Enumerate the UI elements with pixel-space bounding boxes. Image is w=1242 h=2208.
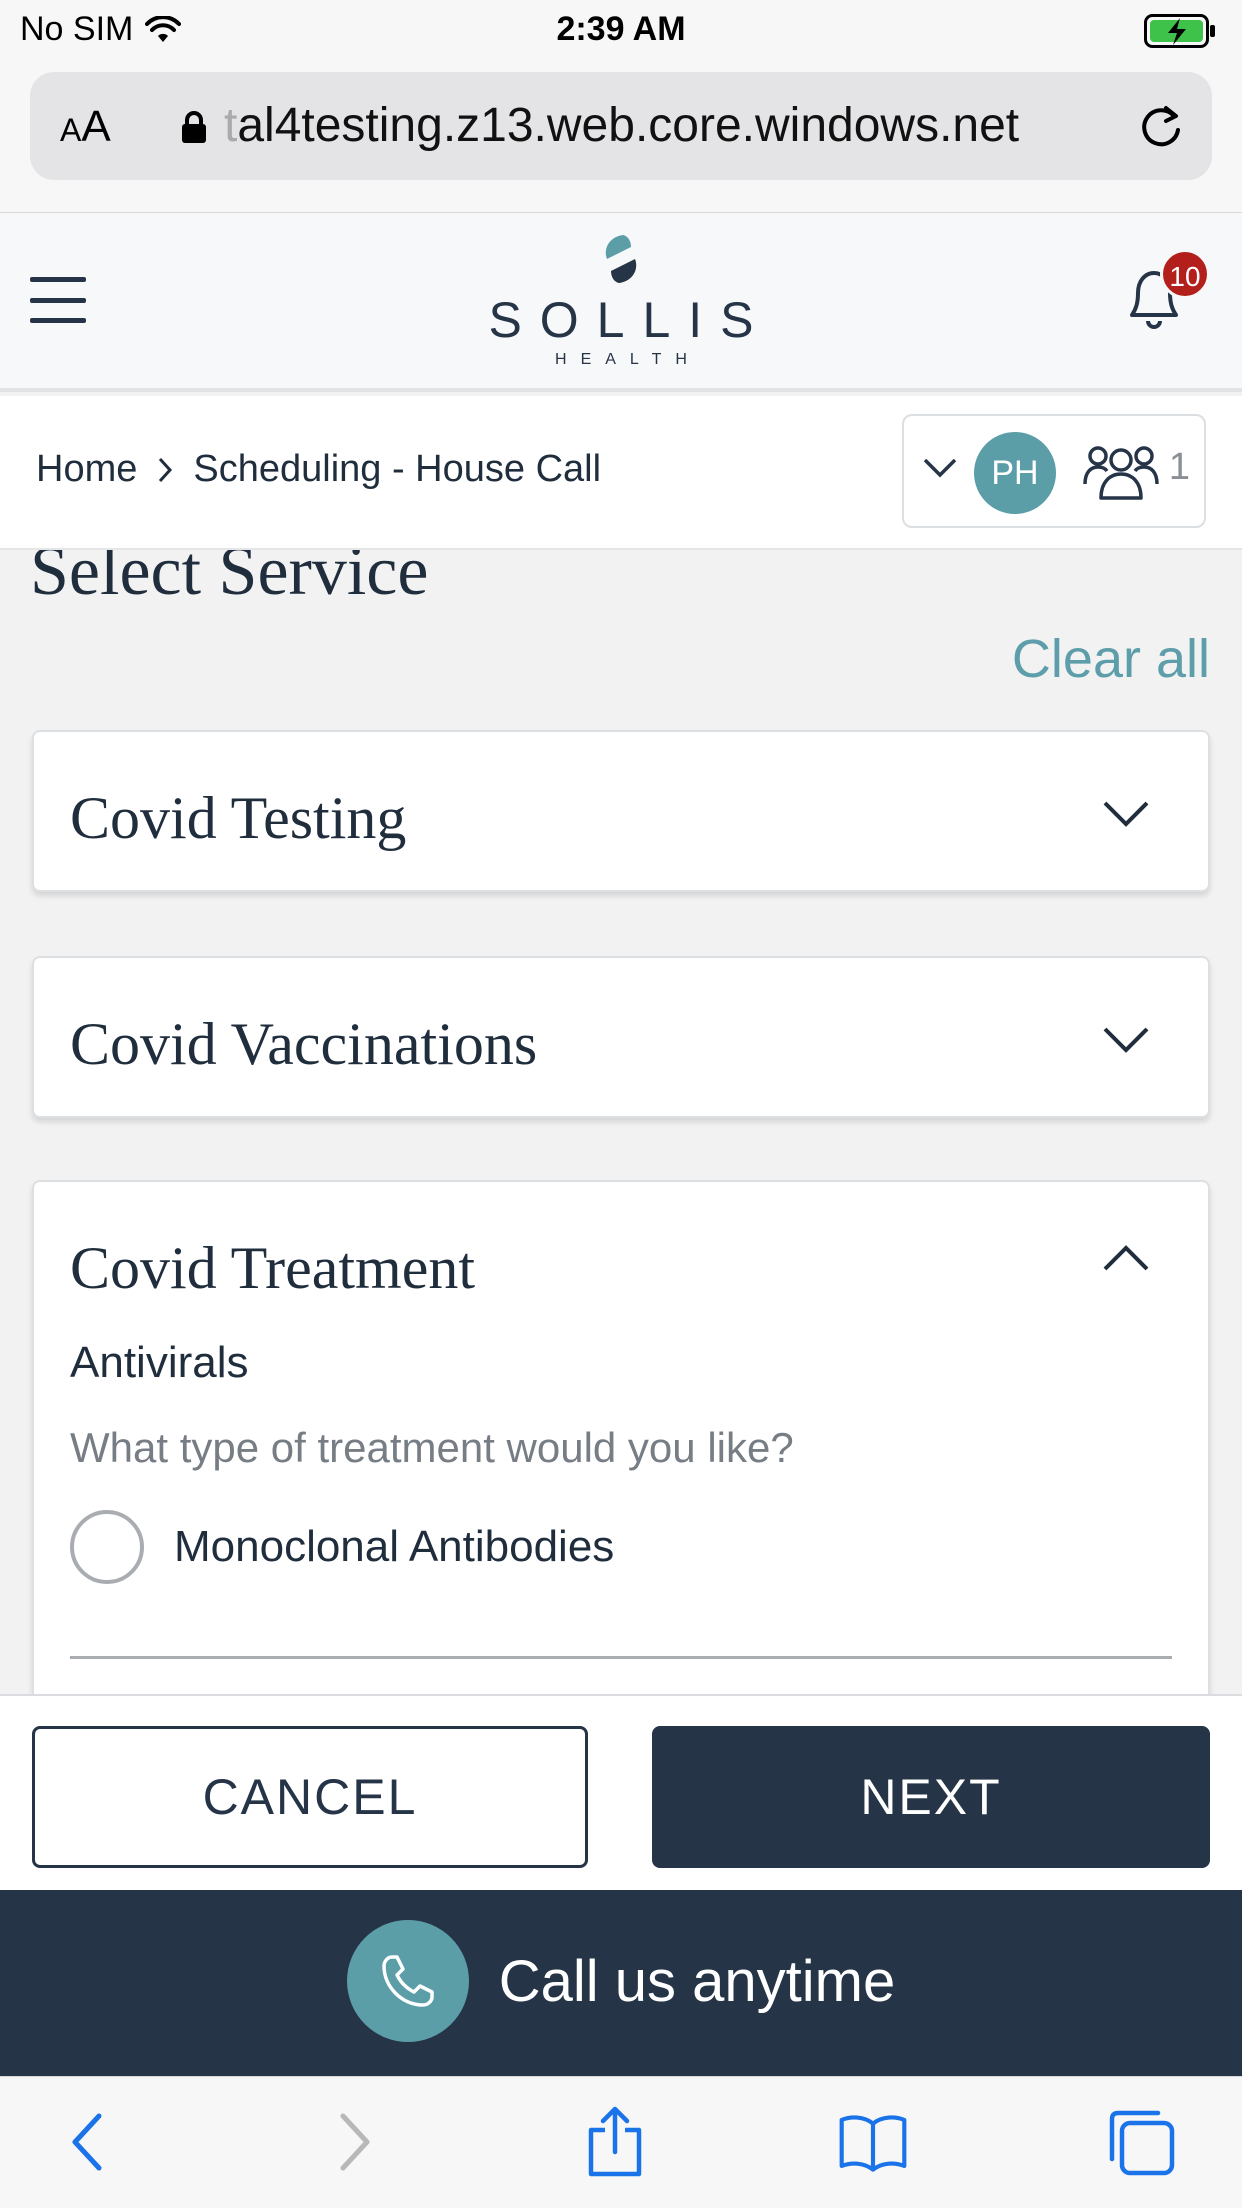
breadcrumb-bar: Home Scheduling - House Call PH 1 <box>0 396 1242 550</box>
phone-icon[interactable] <box>346 1920 469 2042</box>
profile-switcher[interactable]: PH 1 <box>902 414 1206 528</box>
brand-name: SOLLIS <box>488 292 772 348</box>
avatar[interactable]: PH <box>974 432 1056 514</box>
status-bar: No SIM 2:39 AM <box>0 0 1242 62</box>
call-us-label[interactable]: Call us anytime <box>499 1948 895 2015</box>
battery-charging-icon <box>1144 14 1215 48</box>
call-bar[interactable]: Call us anytime <box>0 1890 1242 2076</box>
address-bar[interactable]: AA tal4testing.z13.web.core.windows.net <box>30 72 1212 180</box>
breadcrumb-current: Scheduling - House Call <box>193 448 602 490</box>
breadcrumb: Home Scheduling - House Call <box>36 448 601 491</box>
service-card-covid-treatment[interactable]: Covid Treatment Antivirals What type of … <box>32 1180 1210 1694</box>
forward-icon[interactable] <box>320 2107 390 2177</box>
service-card-covid-vaccinations[interactable]: Covid Vaccinations <box>32 956 1210 1118</box>
clear-all-link[interactable]: Clear all <box>1012 628 1210 690</box>
url-text[interactable]: tal4testing.z13.web.core.windows.net <box>224 98 1019 153</box>
logo-mark-icon <box>605 235 637 283</box>
treatment-question: What type of treatment would you like? <box>70 1424 794 1471</box>
chevron-down-icon[interactable] <box>1102 798 1150 828</box>
status-time: 2:39 AM <box>556 10 686 48</box>
action-bar: CANCEL NEXT <box>0 1694 1242 1890</box>
family-members-icon[interactable] <box>1082 440 1160 504</box>
chevron-down-icon[interactable] <box>922 456 958 480</box>
lock-icon <box>182 111 206 143</box>
chevron-down-icon[interactable] <box>1102 1024 1150 1054</box>
reload-icon[interactable] <box>1136 102 1186 152</box>
back-icon[interactable] <box>52 2107 122 2177</box>
brand-subtitle: HEALTH <box>555 351 701 368</box>
card-title: Covid Treatment <box>70 1235 476 1301</box>
divider <box>70 1656 1172 1659</box>
browser-address-area: AA tal4testing.z13.web.core.windows.net <box>0 62 1242 212</box>
card-title: Covid Vaccinations <box>70 1011 538 1077</box>
chevron-up-icon[interactable] <box>1102 1244 1150 1274</box>
cancel-button[interactable]: CANCEL <box>32 1726 588 1868</box>
text-size-button[interactable]: AA <box>60 102 111 152</box>
radio-button[interactable] <box>70 1510 144 1584</box>
browser-toolbar <box>0 2076 1242 2208</box>
service-card-covid-testing[interactable]: Covid Testing <box>32 730 1210 892</box>
tabs-icon[interactable] <box>1106 2107 1176 2177</box>
option-monoclonal-antibodies[interactable]: Monoclonal Antibodies <box>70 1510 614 1584</box>
treatment-category: Antivirals <box>70 1338 249 1387</box>
notification-badge: 10 <box>1160 249 1210 299</box>
breadcrumb-home[interactable]: Home <box>36 448 137 491</box>
next-button[interactable]: NEXT <box>652 1726 1210 1868</box>
bookmarks-icon[interactable] <box>838 2107 908 2177</box>
member-count: 1 <box>1168 446 1190 488</box>
share-icon[interactable] <box>580 2106 650 2177</box>
app-header: SOLLIS HEALTH 10 <box>0 212 1242 392</box>
sollis-logo[interactable]: SOLLIS HEALTH <box>0 233 1242 369</box>
main-content: Select Service Clear all Covid Testing C… <box>0 550 1242 1694</box>
chevron-right-icon <box>159 457 173 482</box>
card-title: Covid Testing <box>70 785 407 851</box>
option-label: Monoclonal Antibodies <box>174 1522 615 1571</box>
page-title: Select Service <box>30 550 429 610</box>
